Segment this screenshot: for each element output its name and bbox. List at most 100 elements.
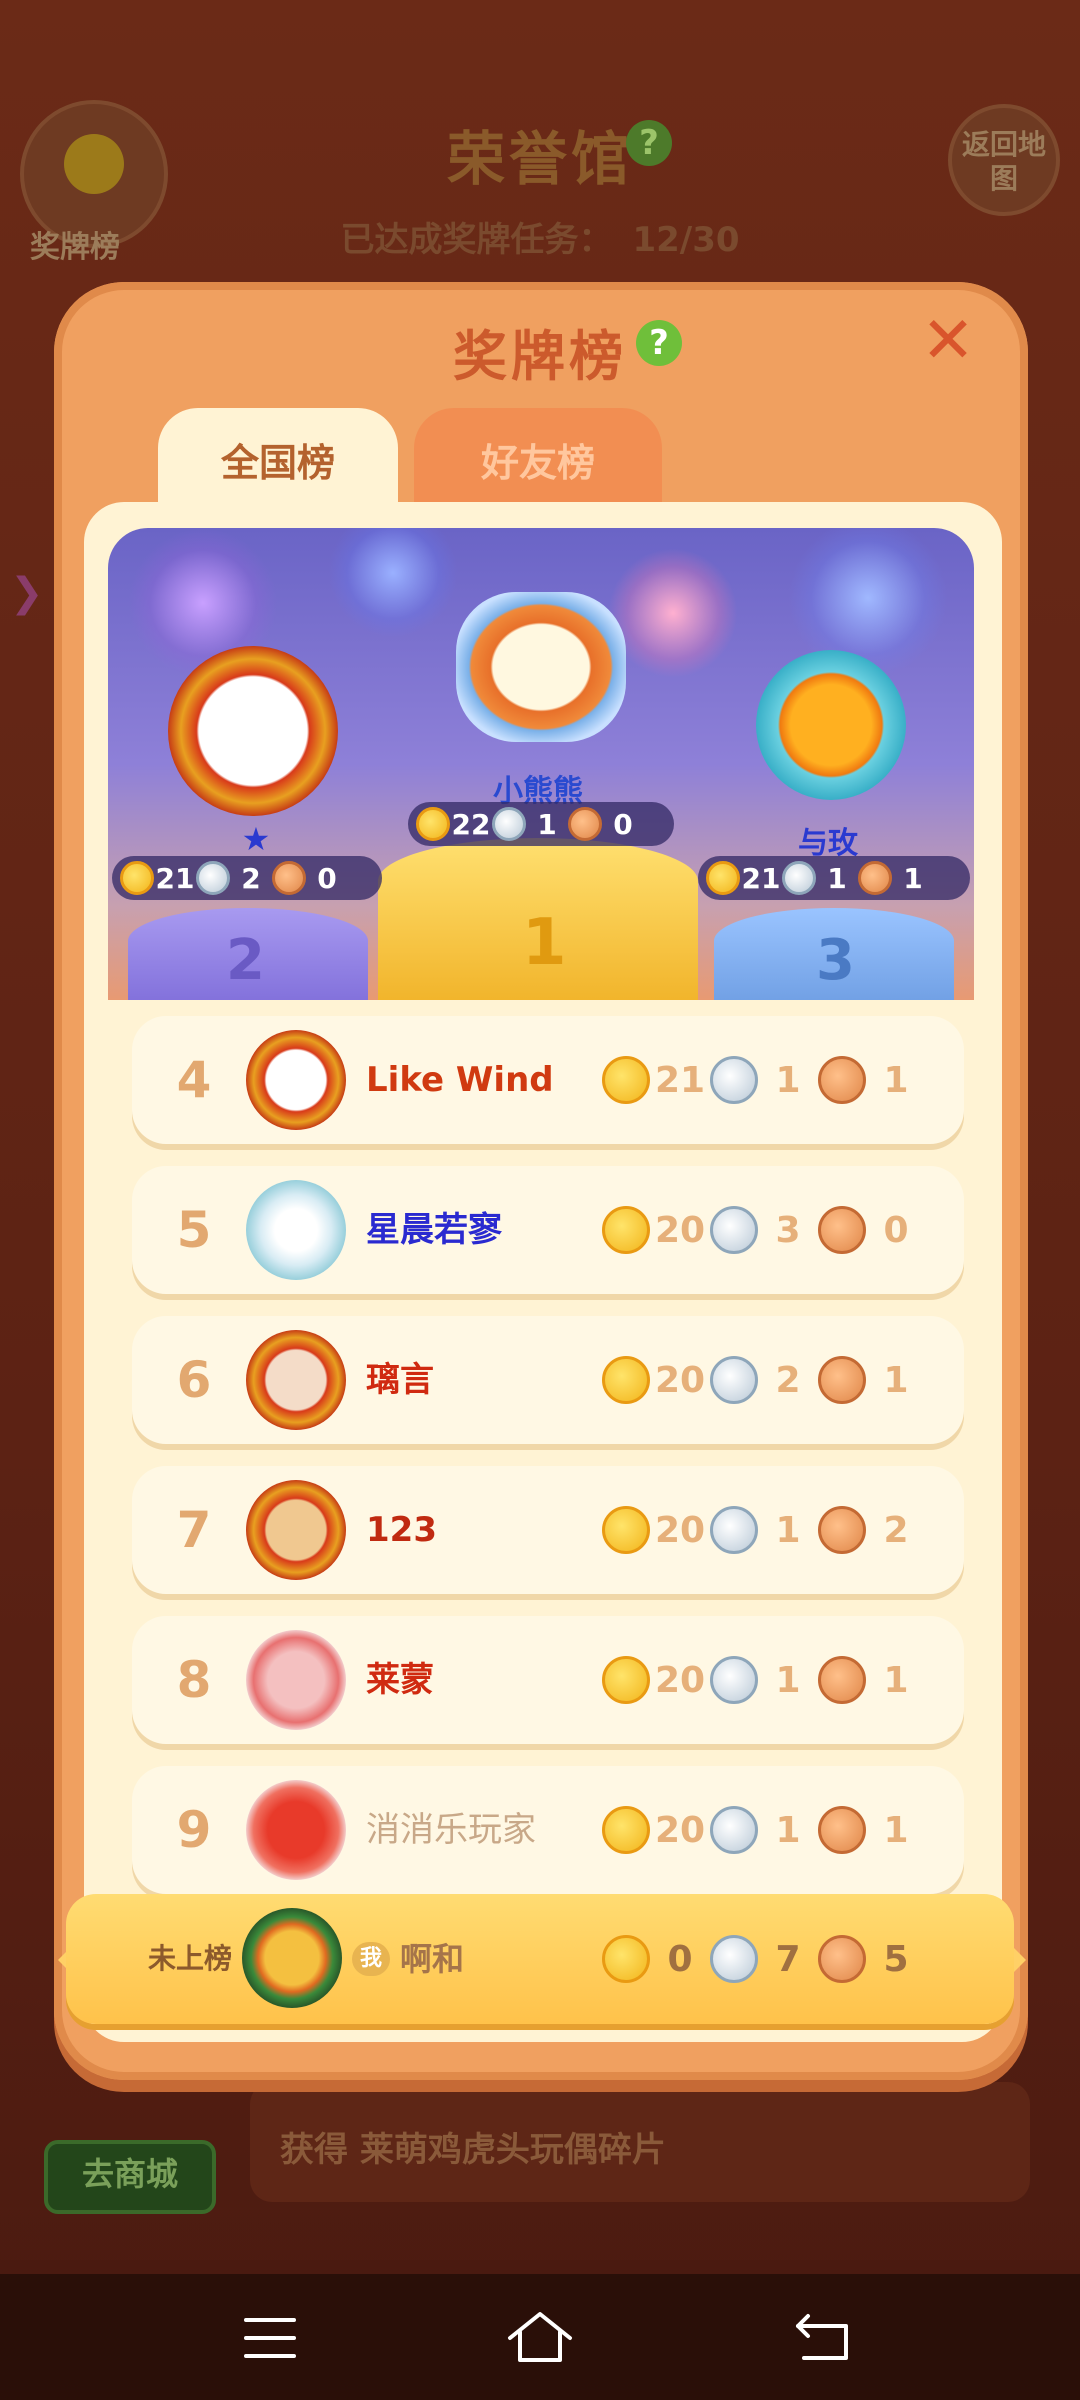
- honor-hall-help-icon: ?: [626, 120, 672, 166]
- back-icon[interactable]: [784, 2298, 864, 2378]
- podium-name-rank-2: ★: [241, 820, 271, 858]
- bronze-medal-icon: [818, 1356, 866, 1404]
- my-rank-bar[interactable]: 未上榜 我 啊和 0 7 5: [66, 1894, 1014, 2024]
- bronze-count: 2: [883, 1509, 909, 1551]
- row-rank: 8: [176, 1651, 212, 1709]
- silver-medal-icon: [196, 861, 230, 895]
- pedestal-rank-2-number: 2: [226, 928, 265, 993]
- bronze-count: 1: [883, 1809, 909, 1851]
- podium-medals-rank-2: 21 2 0: [112, 856, 382, 900]
- gold-medal-icon: [602, 1206, 650, 1254]
- silver-medal-icon: [710, 1056, 758, 1104]
- leaderboard-row[interactable]: 4 Like Wind 21 1 1: [132, 1016, 964, 1144]
- gold-medal-icon: [602, 1356, 650, 1404]
- row-rank: 4: [176, 1051, 212, 1109]
- go-shop-button: 去商城: [44, 2140, 216, 2214]
- bronze-count: 0: [317, 861, 337, 895]
- silver-count: 1: [775, 1509, 801, 1551]
- bronze-medal-icon: [858, 861, 892, 895]
- menu-icon[interactable]: [230, 2298, 310, 2378]
- side-arrow-icon: ❯: [10, 570, 44, 616]
- player-avatar: [246, 1330, 346, 1430]
- player-avatar[interactable]: [756, 650, 906, 800]
- leaderboard-row[interactable]: 6 璃言 20 2 1: [132, 1316, 964, 1444]
- silver-count: 1: [537, 807, 557, 841]
- bronze-count: 1: [883, 1659, 909, 1701]
- podium-stage: 2 3 1 ★ 21 2 0 小熊熊 22 1 0 与玫 21 1 1: [108, 528, 974, 1000]
- silver-count: 1: [775, 1659, 801, 1701]
- row-rank: 5: [176, 1201, 212, 1259]
- silver-count: 1: [775, 1809, 801, 1851]
- gold-medal-icon: [602, 1506, 650, 1554]
- podium-medals-rank-3: 21 1 1: [698, 856, 970, 900]
- row-player-name: 星晨若寥: [366, 1210, 502, 1250]
- silver-count: 1: [775, 1059, 801, 1101]
- pedestal-rank-1-number: 1: [522, 906, 567, 980]
- gold-count: 21: [741, 861, 781, 895]
- gold-count: 20: [654, 1509, 706, 1551]
- player-avatar: [246, 1630, 346, 1730]
- leaderboard-row[interactable]: 7 123 20 1 2: [132, 1466, 964, 1594]
- bronze-count: 0: [613, 807, 633, 841]
- gold-count: 20: [654, 1209, 706, 1251]
- home-icon[interactable]: [500, 2298, 580, 2378]
- row-player-name: 123: [366, 1510, 437, 1550]
- gold-count: 20: [654, 1659, 706, 1701]
- silver-medal-icon: [710, 1506, 758, 1554]
- gold-count: 20: [654, 1359, 706, 1401]
- honor-hall-title: 荣誉馆: [446, 125, 633, 193]
- gold-count: 0: [667, 1938, 693, 1980]
- silver-count: 2: [775, 1359, 801, 1401]
- bronze-count: 1: [903, 861, 923, 895]
- my-player-name: 啊和: [400, 1940, 465, 1978]
- row-medals: 20 3 0: [602, 1166, 926, 1294]
- row-player-name: 璃言: [366, 1360, 434, 1400]
- silver-count: 7: [775, 1938, 801, 1980]
- gold-medal-icon: [706, 861, 740, 895]
- podium-medals-rank-1: 22 1 0: [408, 802, 674, 846]
- medal-task-progress: 已达成奖牌任务： 12/30: [0, 212, 1080, 261]
- gold-medal-icon: [602, 1935, 650, 1983]
- silver-medal-icon: [710, 1935, 758, 1983]
- tab-national[interactable]: 全国榜: [158, 408, 398, 518]
- bronze-count: 1: [883, 1359, 909, 1401]
- firework-decoration: [328, 528, 458, 638]
- gold-medal-icon: [120, 861, 154, 895]
- help-icon[interactable]: ?: [636, 320, 682, 366]
- row-rank: 7: [176, 1501, 212, 1559]
- bronze-medal-icon: [818, 1656, 866, 1704]
- row-medals: 20 1 1: [602, 1766, 926, 1894]
- silver-medal-icon: [710, 1806, 758, 1854]
- player-avatar: [246, 1780, 346, 1880]
- leaderboard-row[interactable]: 5 星晨若寥 20 3 0: [132, 1166, 964, 1294]
- close-button[interactable]: ✕: [918, 309, 978, 373]
- silver-count: 2: [241, 861, 261, 895]
- row-medals: 20 1 1: [602, 1616, 926, 1744]
- row-player-name: 莱蒙: [366, 1660, 434, 1700]
- row-medals: 20 2 1: [602, 1316, 926, 1444]
- silver-count: 3: [775, 1209, 801, 1251]
- bronze-medal-icon: [818, 1806, 866, 1854]
- gold-count: 21: [155, 861, 195, 895]
- gold-count: 21: [654, 1059, 706, 1101]
- me-tag: 我: [352, 1942, 390, 1976]
- row-rank: 9: [176, 1801, 212, 1859]
- player-avatar[interactable]: [456, 592, 626, 742]
- silver-medal-icon: [782, 861, 816, 895]
- player-avatar: [246, 1030, 346, 1130]
- gold-medal-icon: [602, 1656, 650, 1704]
- player-avatar[interactable]: [168, 646, 338, 816]
- row-rank: 6: [176, 1351, 212, 1409]
- player-avatar: [246, 1480, 346, 1580]
- leaderboard-row[interactable]: 8 莱蒙 20 1 1: [132, 1616, 964, 1744]
- gold-medal-icon: [602, 1806, 650, 1854]
- gold-count: 20: [654, 1809, 706, 1851]
- leaderboard-row[interactable]: 9 消消乐玩家 20 1 1: [132, 1766, 964, 1894]
- return-map-button: 返回地图: [948, 104, 1060, 216]
- bronze-count: 1: [883, 1059, 909, 1101]
- system-nav-bar: [0, 2274, 1080, 2400]
- silver-medal-icon: [710, 1656, 758, 1704]
- my-medals: 0 7 5: [602, 1894, 926, 2024]
- bronze-count: 5: [883, 1938, 909, 1980]
- bronze-count: 0: [883, 1209, 909, 1251]
